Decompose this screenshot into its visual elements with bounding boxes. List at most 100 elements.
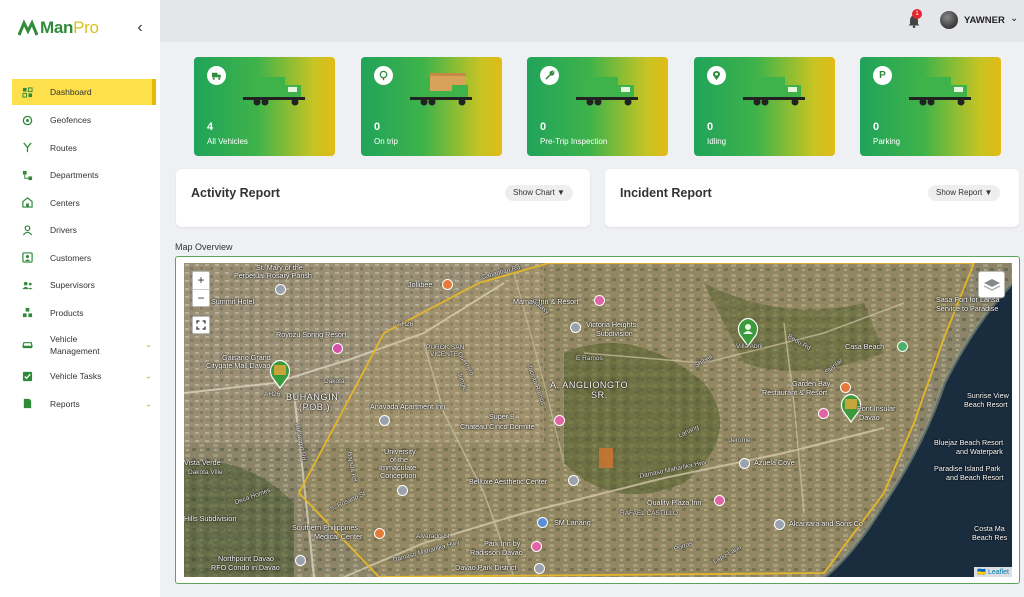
- map-view[interactable]: St. Mary of the Perpetual Rosary Parish …: [184, 263, 1012, 577]
- poi-marker[interactable]: [554, 415, 565, 426]
- avatar[interactable]: [940, 11, 958, 29]
- map-label: Azuela Cove: [754, 458, 795, 467]
- map-label: Medical Center: [314, 532, 363, 541]
- poi-marker[interactable]: [332, 343, 343, 354]
- truck-icon: [207, 66, 226, 85]
- map-label: and Beach Resort: [946, 473, 1004, 482]
- chevron-down-icon: ⌄: [145, 339, 152, 349]
- map-label: Costa Ma: [974, 524, 1005, 533]
- sidebar-item-label: Departments: [50, 170, 99, 181]
- show-report-button[interactable]: Show Report ▼: [928, 185, 1001, 201]
- chevron-left-icon[interactable]: ‹: [132, 19, 148, 37]
- map-label: Sunrise View: [967, 391, 1009, 400]
- sidebar-item-routes[interactable]: Routes: [12, 134, 156, 162]
- poi-marker[interactable]: [568, 475, 579, 486]
- incident-report-title: Incident Report: [620, 186, 712, 200]
- poi-marker[interactable]: [594, 295, 605, 306]
- map-label: RFO Condo in Davao: [211, 563, 280, 572]
- map-label: Super 8: [489, 412, 515, 421]
- sidebar-item-dashboard[interactable]: Dashboard: [12, 79, 156, 105]
- map-label: Northpoint Davao: [218, 554, 274, 563]
- sidebar-item-drivers[interactable]: Drivers: [12, 217, 156, 245]
- departments-icon: [22, 170, 33, 181]
- poi-marker[interactable]: [275, 284, 286, 295]
- map-label: Mamay Inn & Resort: [513, 297, 579, 306]
- map-pin-icon: [707, 66, 726, 85]
- map-label: VICENTE: [430, 351, 459, 358]
- poi-marker[interactable]: [397, 485, 408, 496]
- customer-icon: [22, 252, 33, 263]
- brand-name: ManPro: [40, 18, 99, 37]
- sidebar-item-customers[interactable]: Customers: [12, 244, 156, 272]
- sidebar: ManPro ‹ Dashboard Geofences Routes Depa…: [0, 0, 160, 597]
- stat-value: 4: [207, 121, 214, 133]
- poi-marker[interactable]: [897, 341, 908, 352]
- location-pin-icon: [374, 66, 393, 85]
- sidebar-item-departments[interactable]: Departments: [12, 162, 156, 190]
- sidebar-item-geofences[interactable]: Geofences: [12, 107, 156, 135]
- map-label: (POB.): [299, 402, 331, 412]
- poi-marker[interactable]: [295, 555, 306, 566]
- stat-card-on-trip[interactable]: 0 On trip: [361, 57, 502, 156]
- poi-marker[interactable]: [739, 458, 750, 469]
- map-label: Davao Park District: [455, 563, 517, 572]
- stat-label: On trip: [374, 137, 399, 146]
- zoom-out-button[interactable]: −: [193, 290, 209, 308]
- poi-marker[interactable]: [774, 519, 785, 530]
- dashboard-icon: [22, 86, 33, 98]
- map-label: Belluxe Aesthetic Center: [469, 477, 548, 486]
- map-label: Restaurant & Resort: [762, 388, 828, 397]
- map-label: Dakota Ville: [188, 469, 223, 476]
- sidebar-item-reports[interactable]: Reports ⌄: [12, 390, 156, 418]
- map-label: Conception: [380, 471, 417, 480]
- poi-marker[interactable]: [534, 563, 545, 574]
- map-label: Beach Resort: [964, 400, 1008, 409]
- poi-marker[interactable]: [537, 517, 548, 528]
- top-bar: 1 YAWNER ⌄: [160, 0, 1024, 42]
- sidebar-item-centers[interactable]: Centers: [12, 189, 156, 217]
- brand-logo[interactable]: ManPro: [18, 18, 99, 38]
- chevron-down-icon[interactable]: ⌄: [1010, 13, 1018, 24]
- user-name[interactable]: YAWNER: [964, 15, 1005, 26]
- poi-marker[interactable]: [840, 382, 851, 393]
- truck-illustration-icon: [743, 77, 805, 106]
- map-label: Bluejaz Beach Resort: [934, 438, 1004, 447]
- map-attribution[interactable]: 🇺🇦 Leaflet: [974, 567, 1012, 577]
- poi-marker[interactable]: [374, 528, 385, 539]
- map-label: RAFAEL CASTILLO: [620, 510, 678, 517]
- map-label: Beach Res: [972, 533, 1008, 542]
- poi-marker[interactable]: [714, 495, 725, 506]
- map-label: Subdivision: [596, 329, 633, 338]
- map-label: Alcantara and Sons Co: [789, 519, 863, 528]
- sidebar-item-label: Centers: [50, 197, 80, 208]
- sidebar-item-label: Supervisors: [50, 280, 95, 291]
- poi-marker[interactable]: [570, 322, 581, 333]
- stat-value: 0: [540, 121, 547, 133]
- sidebar-item-vehicle-management[interactable]: Vehicle Management ⌄: [12, 327, 156, 363]
- stat-card-parking[interactable]: P 0 Parking: [860, 57, 1001, 156]
- stat-card-pre-trip-inspection[interactable]: 0 Pre-Trip Inspection: [527, 57, 668, 156]
- stat-card-idling[interactable]: 0 Idling: [694, 57, 835, 156]
- zoom-in-button[interactable]: +: [193, 272, 209, 290]
- building-icon: [22, 197, 33, 208]
- sidebar-item-products[interactable]: Products: [12, 299, 156, 327]
- fullscreen-icon[interactable]: [192, 316, 210, 334]
- poi-marker[interactable]: [379, 415, 390, 426]
- poi-marker[interactable]: [818, 408, 829, 419]
- layers-icon[interactable]: [978, 271, 1005, 298]
- poi-marker[interactable]: [442, 279, 453, 290]
- poi-marker[interactable]: [531, 541, 542, 552]
- truck-illustration-icon: [576, 77, 638, 106]
- stat-card-all-vehicles[interactable]: 4 All Vehicles: [194, 57, 335, 156]
- map-label: Casa Beach: [845, 342, 885, 351]
- map-label: Perpetual Rosary Parish: [234, 271, 312, 280]
- sidebar-nav: Dashboard Geofences Routes Departments C…: [12, 79, 156, 418]
- truck-illustration-icon: [243, 77, 305, 106]
- vehicle-marker-icon[interactable]: [268, 359, 292, 389]
- sidebar-item-label: Geofences: [50, 115, 92, 126]
- map-label: SR.: [591, 390, 608, 400]
- sidebar-item-vehicle-tasks[interactable]: Vehicle Tasks ⌄: [12, 363, 156, 391]
- show-chart-button[interactable]: Show Chart ▼: [505, 185, 573, 201]
- sidebar-item-supervisors[interactable]: Supervisors: [12, 272, 156, 300]
- map-label: SM Lanang: [554, 518, 591, 527]
